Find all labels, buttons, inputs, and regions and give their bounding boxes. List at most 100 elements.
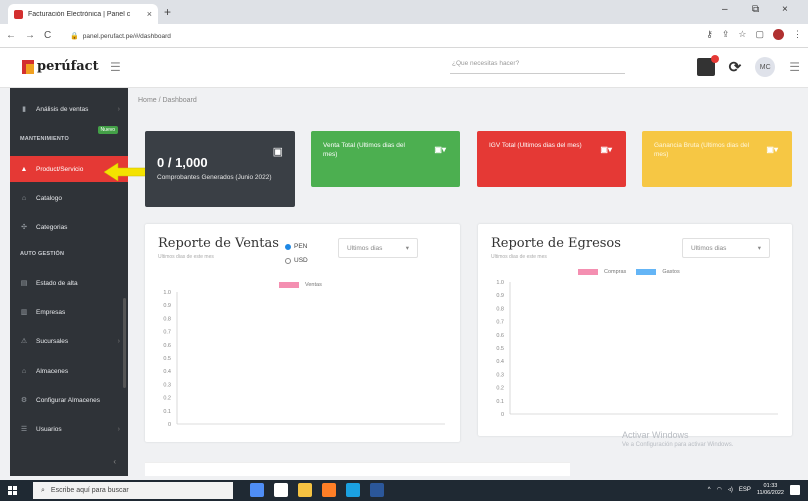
y-tick-label: 0.9	[163, 303, 171, 309]
chevron-right-icon: ›	[117, 105, 120, 113]
system-tray: ^ ◠ ◃) ESP 01:33 11/06/2022	[708, 483, 800, 496]
minimize-button[interactable]: –	[722, 4, 728, 15]
search-input[interactable]: ¿Que necesitas hacer?	[450, 60, 625, 74]
tab-close-icon[interactable]: ×	[147, 9, 152, 19]
share-icon[interactable]: ⇪	[722, 29, 730, 40]
sidebar-item-users[interactable]: ☰ Usuarios ›	[10, 416, 128, 442]
sidebar-item-label: Configurar Almacenes	[36, 396, 100, 404]
sidebar-item-configure-warehouses[interactable]: ⚙ Configurar Almacenes	[10, 387, 128, 413]
maximize-button[interactable]: ⧉	[752, 4, 759, 15]
key-icon[interactable]: ⚷	[706, 29, 713, 40]
sidebar-item-status[interactable]: ▤ Estado de alta	[10, 270, 128, 296]
y-tick-label: 0.4	[163, 369, 171, 375]
sidebar-item-warehouses[interactable]: ⌂ Almacenes	[10, 358, 128, 384]
calendar-icon[interactable]	[696, 55, 719, 76]
panel-title: Reporte de Ventas	[158, 236, 279, 251]
tray-chevron-icon[interactable]: ^	[708, 487, 711, 493]
edge-icon[interactable]	[346, 483, 360, 497]
sidebar-item-categories[interactable]: ✣ Categorias	[10, 214, 128, 240]
store-icon[interactable]	[274, 483, 288, 497]
activation-watermark: Activar Windows Ve a Configuración para …	[622, 430, 733, 448]
y-tick-label: 0.9	[496, 293, 504, 299]
warehouse-icon: ⌂	[21, 367, 27, 375]
y-tick-label: 0.1	[163, 409, 171, 415]
taskbar: ⌕ Escribe aquí para buscar ^ ◠ ◃) ESP 01…	[0, 480, 808, 501]
tag-icon: ▲	[20, 165, 28, 173]
panel-subtitle: Ultimos dias de este mes	[158, 254, 214, 260]
period-select[interactable]: Ultimos dias ▾	[682, 238, 770, 258]
panel-title: Reporte de Egresos	[491, 236, 621, 251]
avatar[interactable]: MC	[755, 57, 776, 77]
word-icon[interactable]	[370, 483, 384, 497]
sidebar-scrollbar[interactable]	[123, 298, 126, 388]
catalog-icon: ⌂	[21, 194, 27, 202]
sidebar-item-label: Categorias	[36, 223, 68, 231]
profile-icon[interactable]	[773, 29, 784, 40]
browser-menu-icon[interactable]: ⋮	[793, 29, 802, 40]
stat-value: 0 / 1,000	[157, 155, 208, 170]
y-tick-label: 0.5	[496, 346, 504, 352]
lock-icon: 🔒	[70, 33, 79, 40]
bottom-panel	[145, 462, 570, 476]
watermark-title: Activar Windows	[622, 430, 689, 440]
url-field[interactable]: 🔒 panel.perufact.pe/#/dashboard	[70, 29, 171, 43]
refresh-icon[interactable]: ⟳	[729, 58, 742, 76]
radio-label: PEN	[294, 243, 308, 250]
logo[interactable]: perúfact	[22, 59, 99, 74]
back-button[interactable]: ←	[6, 30, 16, 41]
hamburger-icon[interactable]: ☰	[110, 60, 121, 74]
stat-card-comprobantes: 0 / 1,000 Comprobantes Generados (Junio …	[145, 131, 295, 207]
sidebar-item-catalog[interactable]: ⌂ Catalogo	[10, 185, 128, 211]
header-icons: ⟳ MC ☰	[696, 55, 800, 77]
expense-report-panel: Reporte de Egresos Ultimos dias de este …	[478, 224, 792, 436]
volume-icon[interactable]: ◃)	[728, 486, 733, 493]
browser-tab[interactable]: Facturación Electrónica | Panel c ×	[8, 4, 158, 24]
file-explorer-icon[interactable]	[298, 483, 312, 497]
sidebar: ▮ Análisis de ventas › Nuevo MANTENIMIEN…	[10, 88, 128, 476]
new-tab-button[interactable]: +	[164, 5, 171, 19]
close-window-button[interactable]: ×	[782, 4, 788, 15]
firefox-icon[interactable]	[322, 483, 336, 497]
network-icon[interactable]: ◠	[717, 486, 722, 493]
windows-icon	[7, 486, 17, 495]
clock[interactable]: 01:33 11/06/2022	[757, 483, 784, 496]
building-icon: ▥	[20, 309, 28, 316]
chevron-down-icon: ▾	[757, 245, 761, 252]
radio-label: USD	[294, 257, 308, 264]
breadcrumb[interactable]: Home / Dashboard	[138, 97, 197, 104]
y-tick-label: 0.7	[163, 330, 171, 336]
app-header: perúfact ☰ ¿Que necesitas hacer? ⟳ MC ☰	[0, 48, 808, 88]
task-view-icon[interactable]	[250, 483, 264, 497]
menu-icon[interactable]: ☰	[789, 60, 800, 74]
currency-radio-usd[interactable]: USD	[285, 257, 308, 264]
stat-card-profit: Ganancia Bruta (Ultimos dias del mes) ▣▾	[642, 131, 792, 187]
money-icon: ▣▾	[766, 145, 778, 154]
notification-badge	[710, 55, 719, 63]
money-icon: ▣▾	[600, 145, 612, 154]
sidebar-item-analytics[interactable]: ▮ Análisis de ventas › Nuevo	[10, 96, 128, 134]
logo-text: perúfact	[37, 59, 99, 74]
radio-unselected-icon	[285, 257, 291, 264]
extensions-icon[interactable]: ▢	[755, 29, 764, 40]
star-icon[interactable]: ☆	[738, 29, 746, 40]
sidebar-item-branches[interactable]: ⚠ Sucursales ›	[10, 328, 128, 354]
keyboard-lang[interactable]: ESP	[739, 487, 751, 493]
period-select[interactable]: Ultimos dias ▾	[338, 238, 418, 258]
sales-report-panel: Reporte de Ventas Ultimos dias de este m…	[145, 224, 460, 442]
panel-subtitle: Ultimos dias de este mes	[491, 254, 547, 260]
start-button[interactable]	[0, 480, 24, 501]
address-bar: ← → C 🔒 panel.perufact.pe/#/dashboard ⚷ …	[0, 24, 808, 48]
reload-button[interactable]: C	[44, 30, 51, 41]
watermark-text: Ve a Configuración para activar Windows.	[622, 442, 734, 448]
forward-button[interactable]: →	[25, 30, 35, 41]
taskbar-apps	[250, 483, 384, 497]
taskbar-search-input[interactable]: ⌕ Escribe aquí para buscar	[33, 482, 233, 499]
expense-chart: 1.0 0.9 0.8 0.7 0.6 0.5 0.4 0.3 0.2 0.1 0	[496, 280, 778, 418]
legend-label: Compras	[604, 269, 627, 275]
search-placeholder: Escribe aquí para buscar	[50, 487, 129, 494]
collapse-sidebar-icon[interactable]: ‹	[113, 457, 116, 466]
y-tick-label: 0.5	[163, 356, 171, 362]
notifications-icon[interactable]	[790, 484, 800, 495]
currency-radio-pen[interactable]: PEN	[285, 243, 307, 250]
sidebar-item-companies[interactable]: ▥ Empresas	[10, 299, 128, 325]
